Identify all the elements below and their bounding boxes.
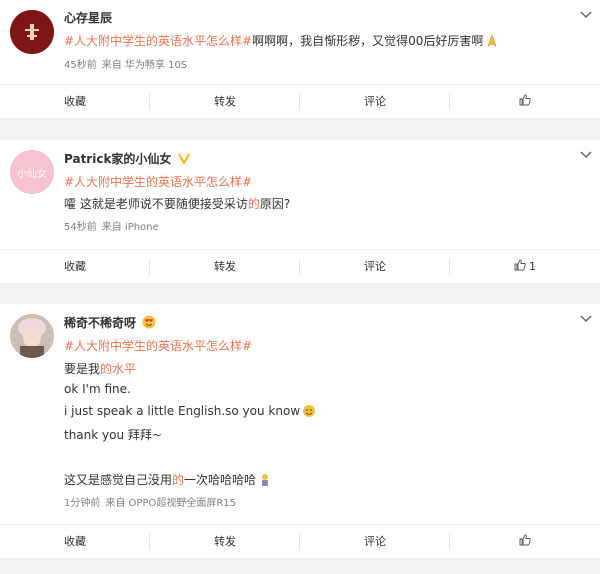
hashtag-link[interactable]: #人大附中学生的英语水平怎么样# xyxy=(64,34,252,48)
collect-button[interactable]: 收藏 xyxy=(0,525,150,559)
chevron-down-icon[interactable] xyxy=(580,150,592,160)
chevron-down-icon[interactable] xyxy=(580,10,592,20)
highlight-text: 的 xyxy=(172,473,185,487)
username[interactable]: 稀奇不稀奇呀 xyxy=(64,314,156,331)
post-text-part: 要是我 xyxy=(64,362,101,376)
hashtag-link[interactable]: #人大附中学生的英语水平怎么样# xyxy=(64,175,252,189)
post-text-part: 嚯 这就是老师说不要随便接受采访 xyxy=(64,197,248,211)
username[interactable]: 心存星辰 xyxy=(64,9,112,26)
repost-button[interactable]: 转发 xyxy=(150,250,300,284)
post-text-body: 啊啊啊，我自惭形秽，又觉得00后好厉害啊 xyxy=(252,34,484,48)
collect-button[interactable]: 收藏 xyxy=(0,250,150,284)
post-card: 小仙女 Patrick家的小仙女 #人大附中学生的英语水平怎么样# 嚯 这就是老… xyxy=(0,140,600,283)
highlight-text: 的水平 xyxy=(100,362,137,376)
figure-emoji-icon xyxy=(262,474,269,486)
repost-button[interactable]: 转发 xyxy=(150,85,300,119)
post-source: 来自 华为畅享 10S xyxy=(101,60,188,71)
thumbs-up-icon xyxy=(519,534,531,546)
thumbs-up-icon xyxy=(514,259,526,271)
post-text-line: thank you 拜拜~ xyxy=(64,428,162,442)
like-button[interactable] xyxy=(450,85,600,119)
avatar[interactable] xyxy=(10,10,54,54)
repost-button[interactable]: 转发 xyxy=(150,525,300,559)
action-bar: 收藏 转发 评论 xyxy=(0,84,600,119)
post-text-line: i just speak a little English.so you kno… xyxy=(64,404,316,418)
hashtag-line: #人大附中学生的英语水平怎么样# xyxy=(64,173,252,190)
post-time[interactable]: 1分钟前 xyxy=(64,498,100,509)
post-text-line: 要是我的水平 xyxy=(64,360,136,377)
post-meta: 54秒前 来自 iPhone xyxy=(64,218,164,233)
post-meta: 1分钟前 来自 OPPO超视野全面屏R15 xyxy=(64,494,241,509)
post-card: 心存星辰 #人大附中学生的英语水平怎么样#啊啊啊，我自惭形秽，又觉得00后好厉害… xyxy=(0,0,600,118)
hashtag-link[interactable]: #人大附中学生的英语水平怎么样# xyxy=(64,339,252,353)
comment-button[interactable]: 评论 xyxy=(300,250,450,284)
like-button[interactable] xyxy=(450,525,600,559)
post-text-part: 一次哈哈哈哈 xyxy=(184,473,257,487)
avatar-text: 小仙女 xyxy=(17,167,47,180)
post-time[interactable]: 54秒前 xyxy=(64,222,97,233)
username-text[interactable]: 稀奇不稀奇呀 xyxy=(64,316,136,330)
hashtag-line: #人大附中学生的英语水平怎么样# xyxy=(64,337,252,354)
post-text: #人大附中学生的英语水平怎么样#啊啊啊，我自惭形秽，又觉得00后好厉害啊 xyxy=(64,32,499,49)
avatar[interactable]: 小仙女 xyxy=(10,150,54,194)
post-source: 来自 OPPO超视野全面屏R15 xyxy=(105,498,237,509)
verified-badge-icon xyxy=(177,153,190,166)
like-count: 1 xyxy=(529,260,536,273)
sweat-smile-emoji-icon xyxy=(303,405,316,417)
username[interactable]: Patrick家的小仙女 xyxy=(64,150,190,167)
post-card: 稀奇不稀奇呀 #人大附中学生的英语水平怎么样# 要是我的水平 ok I'm fi… xyxy=(0,304,600,558)
post-text-part: 这又是感觉自己没用 xyxy=(64,473,173,487)
post-text-part: 原因? xyxy=(259,197,291,211)
thumbs-up-icon xyxy=(519,94,531,106)
post-text-line: 这又是感觉自己没用的一次哈哈哈哈 xyxy=(64,471,272,488)
post-time[interactable]: 45秒前 xyxy=(64,60,97,71)
post-text: 嚯 这就是老师说不要随便接受采访的原因? xyxy=(64,195,290,212)
collect-button[interactable]: 收藏 xyxy=(0,85,150,119)
action-bar: 收藏 转发 评论 xyxy=(0,524,600,559)
comment-button[interactable]: 评论 xyxy=(300,525,450,559)
highlight-text: 的 xyxy=(247,197,260,211)
avatar[interactable] xyxy=(10,314,54,358)
comment-button[interactable]: 评论 xyxy=(300,85,450,119)
post-text-line: ok I'm fine. xyxy=(64,382,131,396)
post-source: 来自 iPhone xyxy=(101,222,159,233)
chevron-down-icon[interactable] xyxy=(580,314,592,324)
post-meta: 45秒前 来自 华为畅享 10S xyxy=(64,56,192,71)
heart-eyes-emoji-icon xyxy=(142,315,156,329)
post-text-part: i just speak a little English.so you kno… xyxy=(64,404,301,418)
action-bar: 收藏 转发 评论 1 xyxy=(0,249,600,284)
username-text[interactable]: Patrick家的小仙女 xyxy=(64,152,171,166)
like-button[interactable]: 1 xyxy=(450,250,600,284)
praying-hands-emoji-icon xyxy=(487,34,497,47)
